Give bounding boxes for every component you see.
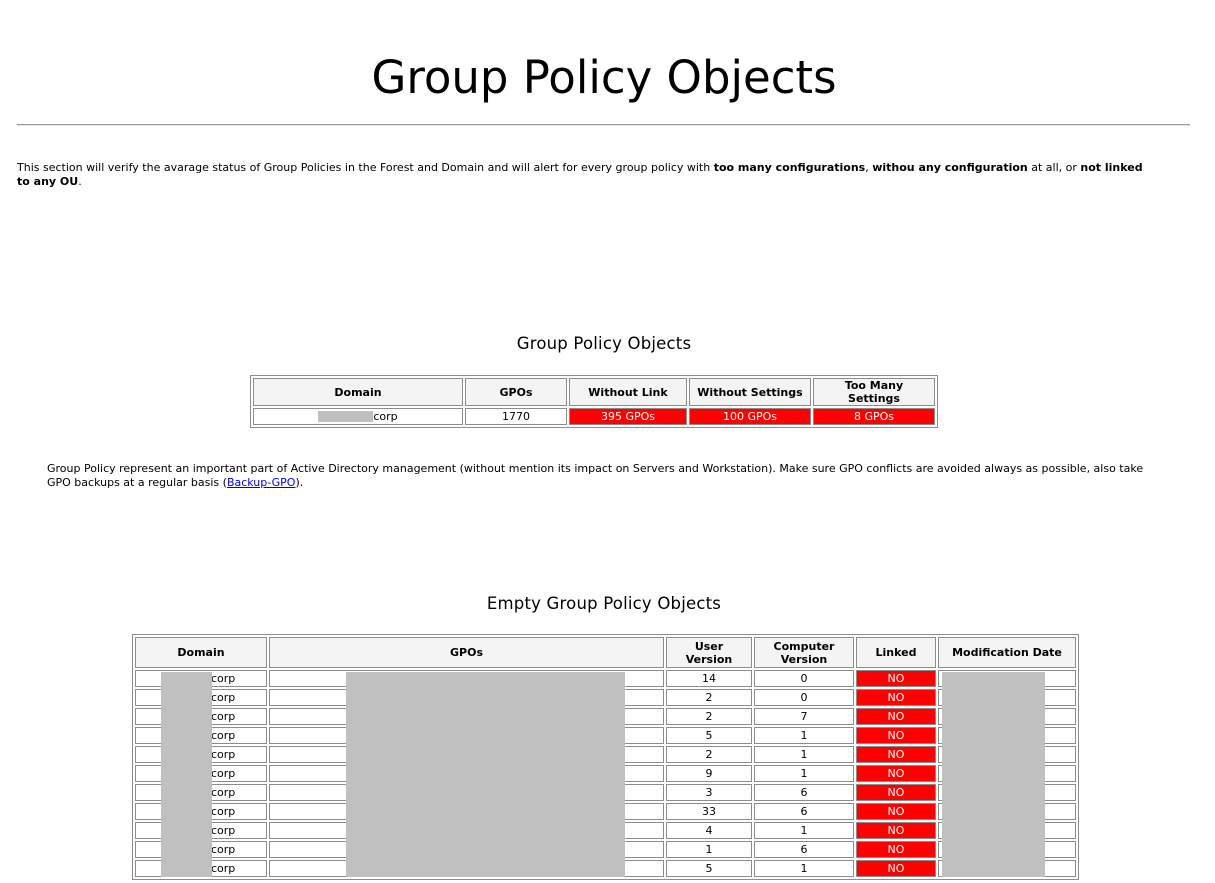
row-computer-version: 1	[754, 727, 854, 744]
redacted-domain-column	[161, 672, 212, 877]
col-header-domain: Domain	[253, 378, 463, 406]
row-computer-version: 0	[754, 670, 854, 687]
row-user-version: 2	[666, 746, 752, 763]
row-user-version: 9	[666, 765, 752, 782]
summary-gpo-count: 1770	[465, 408, 567, 425]
row-computer-version: 7	[754, 708, 854, 725]
row-domain: corp	[211, 672, 236, 685]
row-linked-status: NO	[856, 670, 936, 687]
row-linked-status: NO	[856, 841, 936, 858]
empty-header-row: Domain GPOs User Version Computer Versio…	[135, 637, 1076, 668]
row-computer-version: 6	[754, 803, 854, 820]
intro-bold-without-config: withou any configuration	[872, 161, 1028, 174]
row-linked-status: NO	[856, 765, 936, 782]
row-domain: corp	[211, 729, 236, 742]
summary-domain: corp	[373, 410, 398, 423]
row-computer-version: 1	[754, 860, 854, 877]
row-domain: corp	[211, 786, 236, 799]
col-header-user-version: User Version	[666, 637, 752, 668]
row-computer-version: 1	[754, 746, 854, 763]
summary-without-link: 395 GPOs	[569, 408, 687, 425]
col-header-domain: Domain	[135, 637, 267, 668]
intro-bold-too-many: too many configurations	[713, 161, 866, 174]
row-domain: corp	[211, 710, 236, 723]
redacted-modification-dates	[942, 672, 1045, 877]
row-linked-status: NO	[856, 860, 936, 877]
row-domain: corp	[211, 824, 236, 837]
row-user-version: 5	[666, 727, 752, 744]
row-linked-status: NO	[856, 803, 936, 820]
row-computer-version: 1	[754, 822, 854, 839]
row-linked-status: NO	[856, 727, 936, 744]
summary-domain-cell: corp	[253, 408, 463, 425]
gpo-note: Group Policy represent an important part…	[47, 462, 1157, 490]
page-title: Group Policy Objects	[371, 51, 837, 104]
row-domain: corp	[211, 767, 236, 780]
col-header-without-link: Without Link	[569, 378, 687, 406]
row-linked-status: NO	[856, 746, 936, 763]
redacted-text	[318, 411, 374, 422]
summary-title: Group Policy Objects	[516, 334, 692, 353]
row-linked-status: NO	[856, 822, 936, 839]
redacted-gpo-names	[346, 672, 625, 877]
backup-gpo-link[interactable]: Backup-GPO	[227, 476, 296, 489]
col-header-gpos: GPOs	[465, 378, 567, 406]
row-linked-status: NO	[856, 708, 936, 725]
intro-text-d: .	[78, 175, 82, 188]
col-header-computer-version: Computer Version	[754, 637, 854, 668]
row-domain: corp	[211, 862, 236, 875]
row-user-version: 33	[666, 803, 752, 820]
note-text: Group Policy represent an important part…	[47, 462, 1144, 489]
col-header-linked: Linked	[856, 637, 936, 668]
col-header-without-settings: Without Settings	[689, 378, 811, 406]
col-header-modification-date: Modification Date	[938, 637, 1076, 668]
row-computer-version: 0	[754, 689, 854, 706]
row-user-version: 1	[666, 841, 752, 858]
section-intro: This section will verify the avarage sta…	[17, 161, 1147, 189]
row-computer-version: 6	[754, 841, 854, 858]
row-domain: corp	[211, 843, 236, 856]
col-header-too-many-settings: Too Many Settings	[813, 378, 935, 406]
gpo-summary-table: Domain GPOs Without Link Without Setting…	[250, 375, 938, 428]
col-header-gpos: GPOs	[269, 637, 664, 668]
note-text-end: ).	[295, 476, 304, 489]
row-computer-version: 6	[754, 784, 854, 801]
row-domain: corp	[211, 805, 236, 818]
intro-text-a: This section will verify the avarage sta…	[17, 161, 714, 174]
row-domain: corp	[211, 748, 236, 761]
summary-row: corp 1770 395 GPOs 100 GPOs 8 GPOs	[253, 408, 935, 425]
row-user-version: 3	[666, 784, 752, 801]
row-user-version: 14	[666, 670, 752, 687]
row-user-version: 4	[666, 822, 752, 839]
summary-too-many-settings: 8 GPOs	[813, 408, 935, 425]
row-user-version: 5	[666, 860, 752, 877]
row-computer-version: 1	[754, 765, 854, 782]
intro-text-c: at all, or	[1027, 161, 1081, 174]
summary-header-row: Domain GPOs Without Link Without Setting…	[253, 378, 935, 406]
title-divider	[17, 124, 1190, 126]
empty-gpo-title: Empty Group Policy Objects	[486, 594, 722, 613]
summary-without-settings: 100 GPOs	[689, 408, 811, 425]
row-user-version: 2	[666, 689, 752, 706]
row-user-version: 2	[666, 708, 752, 725]
row-linked-status: NO	[856, 689, 936, 706]
row-domain: corp	[211, 691, 236, 704]
row-linked-status: NO	[856, 784, 936, 801]
